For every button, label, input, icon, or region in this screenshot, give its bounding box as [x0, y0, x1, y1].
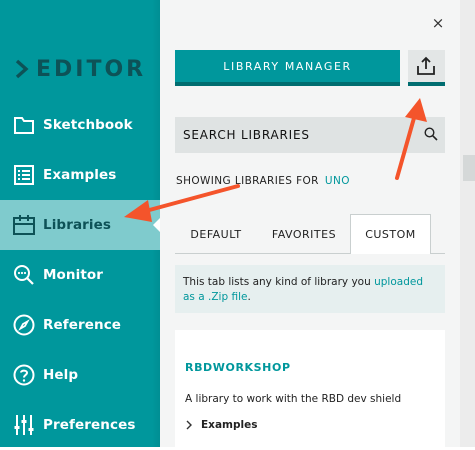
- compass-icon: [13, 314, 35, 336]
- sidebar-item-help[interactable]: Help: [0, 350, 160, 400]
- scrollbar-track[interactable]: [460, 0, 475, 447]
- board-filter-label: SHOWING LIBRARIES FOR: [176, 175, 319, 187]
- upload-library-button[interactable]: [408, 50, 445, 86]
- library-manager-button[interactable]: LIBRARY MANAGER: [175, 50, 400, 86]
- scrollbar-thumb[interactable]: [463, 155, 475, 181]
- board-filter: SHOWING LIBRARIES FOR UNO: [176, 175, 350, 187]
- upload-icon: [417, 56, 435, 75]
- custom-tab-info: This tab lists any kind of library you u…: [175, 265, 445, 313]
- search-bar: [175, 117, 445, 153]
- library-name: RBDWORKSHOP: [185, 361, 291, 374]
- sidebar-item-monitor[interactable]: Monitor: [0, 250, 160, 300]
- sidebar-item-label: Reference: [43, 317, 122, 333]
- tab-custom[interactable]: CUSTOM: [350, 214, 431, 254]
- sidebar-item-examples[interactable]: Examples: [0, 150, 160, 200]
- search-icon[interactable]: [424, 127, 438, 141]
- search-input[interactable]: [183, 117, 413, 153]
- chevron-right-icon: [186, 420, 192, 430]
- board-link[interactable]: UNO: [325, 175, 350, 187]
- list-icon: [14, 165, 34, 185]
- sliders-icon: [14, 415, 34, 435]
- editor-brand: EDITOR: [14, 54, 146, 84]
- sidebar-item-label: Sketchbook: [43, 117, 133, 133]
- info-text: This tab lists any kind of library you: [183, 276, 371, 288]
- sidebar-item-label: Examples: [43, 167, 117, 183]
- sidebar-item-reference[interactable]: Reference: [0, 300, 160, 350]
- sidebar-item-libraries[interactable]: Libraries: [0, 200, 160, 250]
- sidebar-item-label: Monitor: [43, 267, 104, 283]
- library-examples-toggle[interactable]: Examples: [185, 419, 257, 431]
- monitor-icon: [14, 265, 34, 285]
- library-description: A library to work with the RBD dev shiel…: [185, 393, 402, 405]
- sidebar-item-sketchbook[interactable]: Sketchbook: [0, 100, 160, 150]
- folder-icon: [14, 117, 34, 134]
- sidebar-item-label: Help: [43, 367, 79, 383]
- close-icon[interactable]: ×: [430, 14, 446, 32]
- tab-favorites[interactable]: FAVORITES: [262, 214, 346, 254]
- brand-title: EDITOR: [36, 56, 147, 82]
- chevron-right-icon: [15, 59, 29, 79]
- sidebar-item-preferences[interactable]: Preferences: [0, 400, 160, 450]
- sidebar-item-label: Preferences: [43, 417, 136, 433]
- info-text-end: .: [247, 291, 251, 303]
- libraries-icon: [13, 215, 35, 235]
- tab-default[interactable]: DEFAULT: [175, 214, 257, 254]
- help-icon: [13, 364, 35, 386]
- library-examples-label: Examples: [201, 419, 258, 431]
- sidebar-item-label: Libraries: [43, 217, 112, 233]
